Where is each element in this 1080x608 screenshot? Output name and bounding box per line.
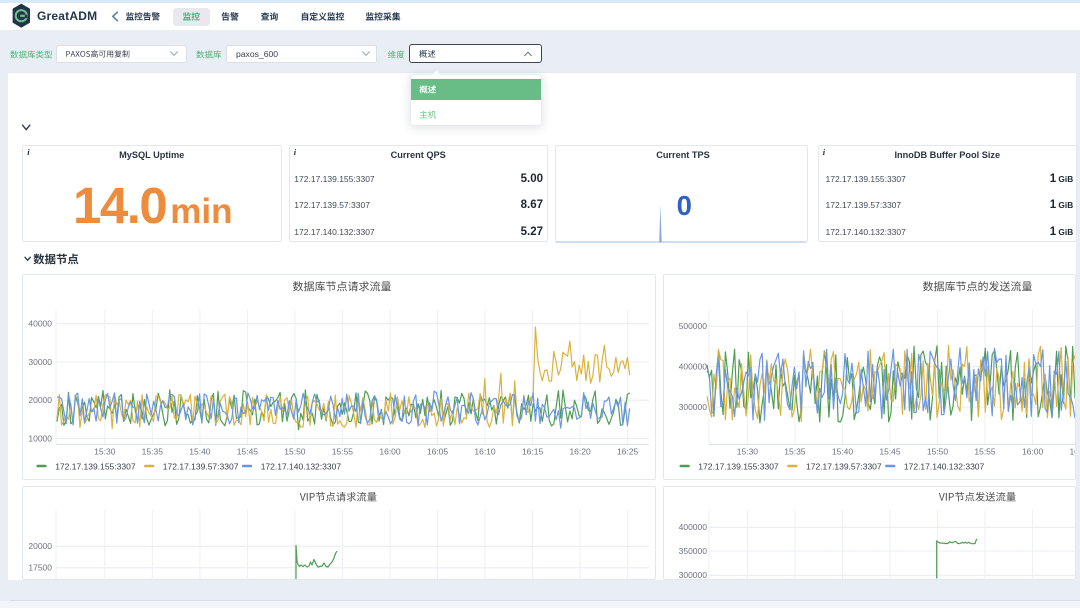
svg-text:16:00: 16:00 — [379, 447, 401, 457]
svg-text:15:55: 15:55 — [974, 447, 996, 457]
svg-text:15:30: 15:30 — [94, 447, 116, 457]
svg-text:172.17.140.132:3307: 172.17.140.132:3307 — [903, 461, 984, 471]
svg-text:40000: 40000 — [28, 319, 52, 329]
svg-text:16:15: 16:15 — [522, 447, 544, 457]
svg-text:172.17.139.57:3307: 172.17.139.57:3307 — [163, 461, 239, 471]
svg-text:172.17.140.132:3307: 172.17.140.132:3307 — [261, 461, 342, 471]
svg-text:16:05: 16:05 — [427, 447, 449, 457]
svg-text:350000: 350000 — [678, 546, 707, 556]
svg-text:30000: 30000 — [28, 357, 52, 367]
svg-text:172.17.139.57:3307: 172.17.139.57:3307 — [806, 461, 882, 471]
svg-text:10000: 10000 — [28, 433, 52, 443]
svg-text:17500: 17500 — [28, 563, 52, 573]
svg-text:400000: 400000 — [678, 361, 707, 371]
svg-text:400000: 400000 — [678, 522, 707, 532]
svg-text:16:05: 16:05 — [1069, 447, 1076, 457]
svg-text:15:55: 15:55 — [332, 447, 354, 457]
svg-text:16:10: 16:10 — [474, 447, 496, 457]
svg-text:15:45: 15:45 — [237, 447, 259, 457]
svg-text:20000: 20000 — [28, 541, 52, 551]
svg-text:300000: 300000 — [678, 570, 707, 580]
svg-text:16:20: 16:20 — [569, 447, 591, 457]
svg-text:15:35: 15:35 — [142, 447, 164, 457]
svg-text:20000: 20000 — [28, 395, 52, 405]
svg-text:15:50: 15:50 — [926, 447, 948, 457]
svg-text:15:40: 15:40 — [189, 447, 211, 457]
svg-text:15:30: 15:30 — [736, 447, 758, 457]
svg-text:15:45: 15:45 — [879, 447, 901, 457]
svg-text:15:50: 15:50 — [284, 447, 306, 457]
svg-text:15:40: 15:40 — [831, 447, 853, 457]
svg-text:15:35: 15:35 — [784, 447, 806, 457]
svg-text:500000: 500000 — [678, 321, 707, 331]
svg-text:172.17.139.155:3307: 172.17.139.155:3307 — [55, 461, 136, 471]
svg-text:16:00: 16:00 — [1021, 447, 1043, 457]
svg-text:16:25: 16:25 — [617, 447, 639, 457]
svg-text:172.17.139.155:3307: 172.17.139.155:3307 — [698, 461, 779, 471]
svg-text:300000: 300000 — [678, 402, 707, 412]
